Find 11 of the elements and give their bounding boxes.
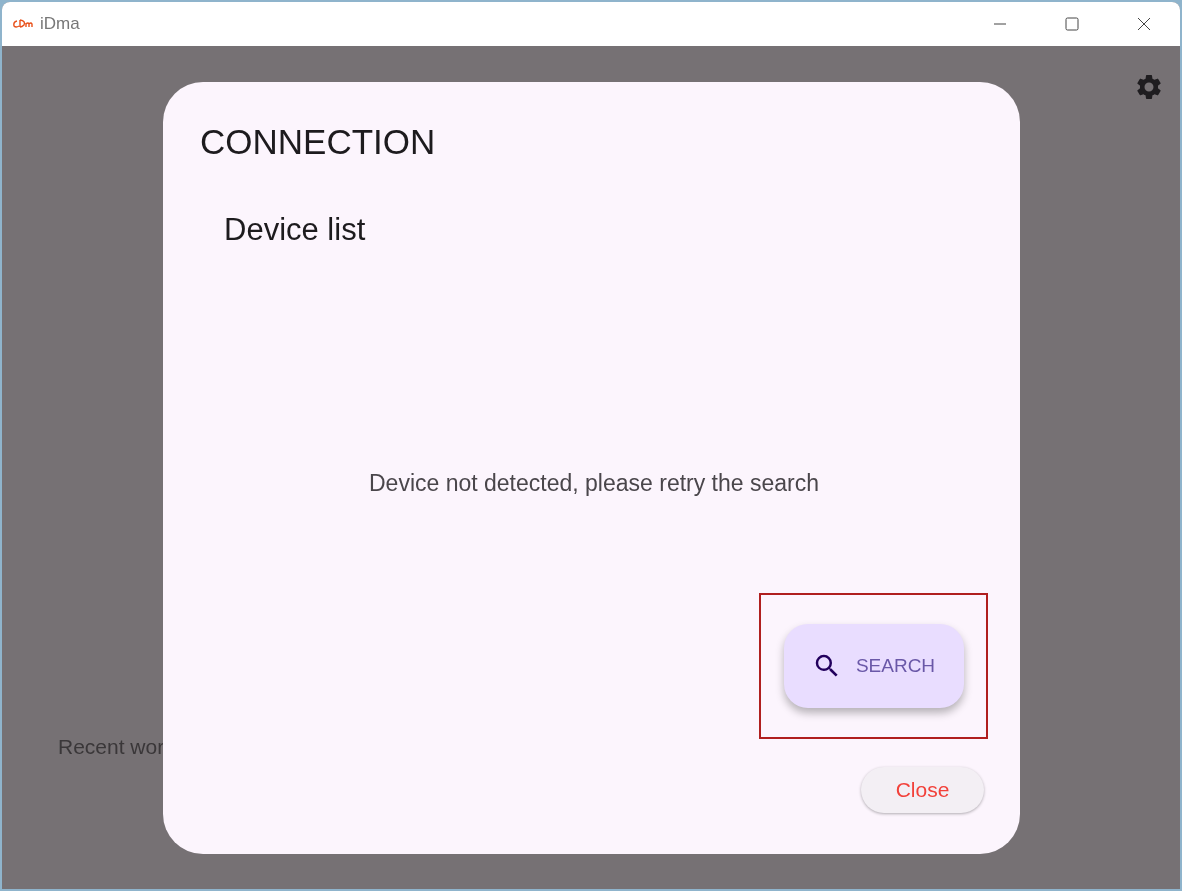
recent-work-label: Recent wor [58, 735, 165, 759]
window-title: iDma [40, 14, 80, 34]
app-logo-icon [12, 18, 34, 30]
settings-icon[interactable] [1134, 72, 1164, 102]
dialog-title: CONNECTION [200, 122, 436, 162]
device-status-message: Device not detected, please retry the search [369, 470, 819, 497]
maximize-icon [1065, 17, 1079, 31]
close-button[interactable]: Close [861, 767, 984, 813]
search-button[interactable]: SEARCH [783, 624, 964, 708]
close-icon [1137, 17, 1151, 31]
device-list-heading: Device list [224, 212, 366, 248]
